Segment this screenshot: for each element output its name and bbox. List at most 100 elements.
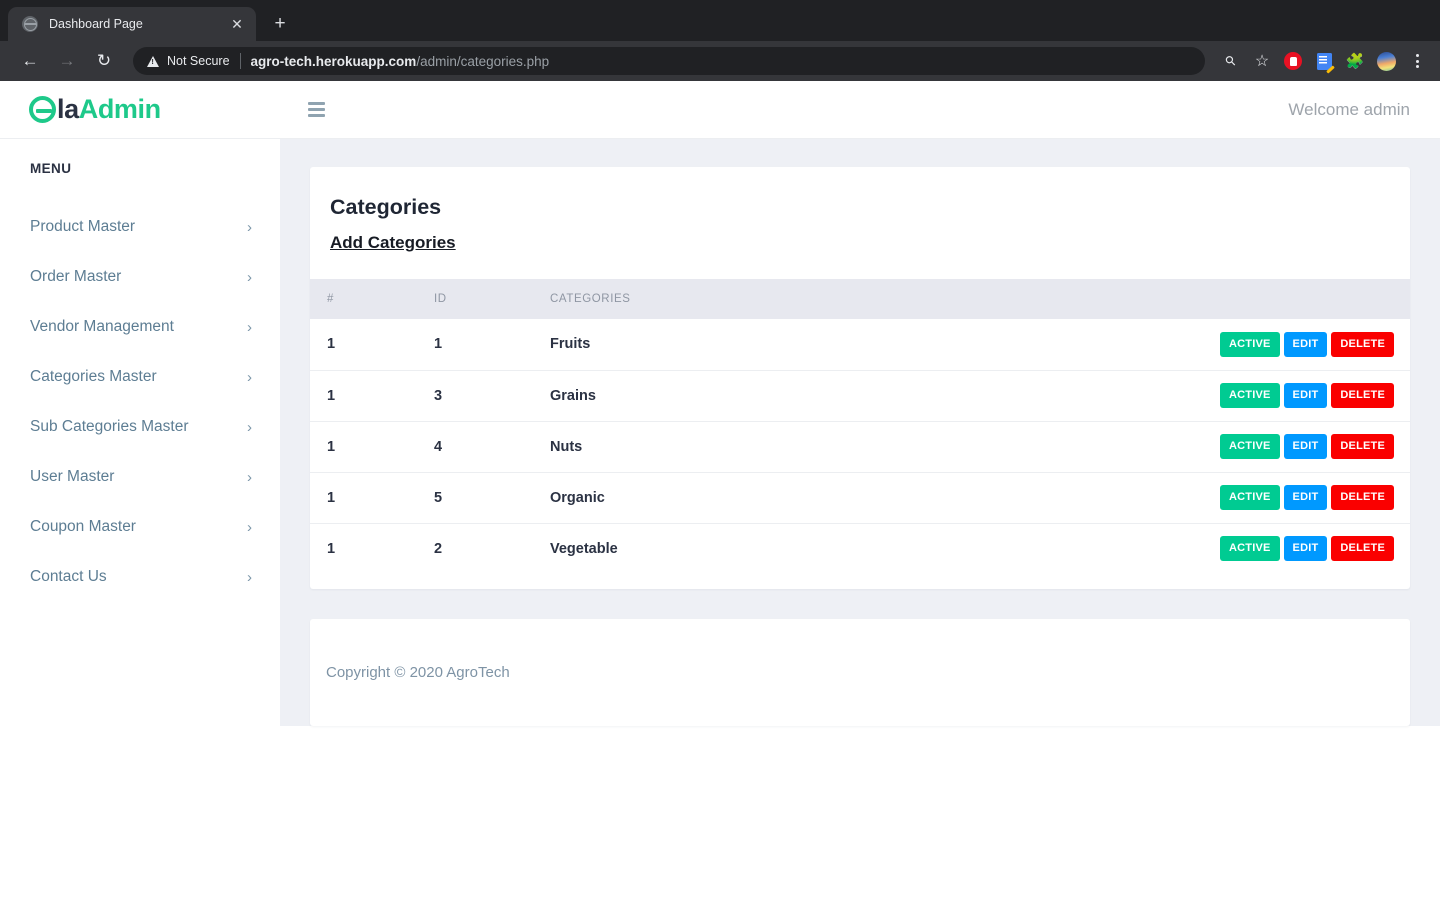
sidebar-item-vendor-management[interactable]: Vendor Management ›: [0, 302, 280, 352]
column-header-id: ID: [434, 279, 550, 319]
active-button[interactable]: ACTIVE: [1220, 331, 1280, 357]
active-button[interactable]: ACTIVE: [1220, 434, 1280, 459]
active-button[interactable]: ACTIVE: [1220, 485, 1280, 510]
column-header-number: #: [310, 279, 434, 319]
sidebar-item-contact-us[interactable]: Contact Us ›: [0, 552, 280, 602]
sidebar-item-categories-master[interactable]: Categories Master ›: [0, 352, 280, 402]
delete-button[interactable]: DELETE: [1331, 383, 1394, 408]
table-header-row: # ID CATEGORIES: [310, 279, 1410, 319]
cell-number: 1: [327, 540, 336, 557]
tab-title: Dashboard Page: [49, 17, 143, 31]
back-icon[interactable]: ←: [16, 47, 44, 75]
password-key-icon[interactable]: ⚲: [1218, 48, 1244, 74]
cell-id: 3: [434, 370, 550, 422]
chevron-right-icon: ›: [247, 468, 252, 486]
brand-name-accent: Admin: [78, 94, 161, 124]
browser-tab[interactable]: Dashboard Page ✕: [8, 7, 256, 41]
categories-table: # ID CATEGORIES 1 1 Fruits ACTIVE EDIT D…: [310, 279, 1410, 574]
cell-number: 1: [310, 421, 434, 473]
cell-id: 5: [434, 472, 550, 524]
cell-id: 2: [434, 540, 443, 557]
cell-actions: ACTIVE EDIT DELETE: [1210, 421, 1410, 473]
ela-logo-icon: [29, 96, 56, 123]
security-status: Not Secure: [167, 54, 230, 68]
chevron-right-icon: ›: [247, 568, 252, 586]
sidebar-item-user-master[interactable]: User Master ›: [0, 452, 280, 502]
cell-category: Nuts: [550, 421, 1210, 473]
delete-button[interactable]: DELETE: [1331, 536, 1394, 562]
chevron-right-icon: ›: [247, 318, 252, 336]
categories-card: Categories Add Categories # ID CATEGORIE…: [310, 167, 1410, 589]
table-head: # ID CATEGORIES: [310, 279, 1410, 319]
adblock-icon[interactable]: [1280, 48, 1306, 74]
application-window: la Admin Welcome admin MENU Product Mast…: [0, 81, 1440, 900]
cell-actions: ACTIVE EDIT DELETE: [1210, 370, 1410, 422]
footer: Copyright © 2020 AgroTech: [310, 619, 1410, 726]
edit-button[interactable]: EDIT: [1283, 536, 1328, 562]
active-button[interactable]: ACTIVE: [1220, 383, 1280, 408]
forward-icon[interactable]: →: [53, 47, 81, 75]
page-title: Categories: [330, 195, 442, 219]
edit-button[interactable]: EDIT: [1283, 434, 1328, 459]
cell-number: 1: [310, 472, 434, 524]
brand-logo[interactable]: la Admin: [0, 94, 280, 125]
new-tab-button[interactable]: +: [266, 10, 294, 38]
sidebar-item-label: Vendor Management: [30, 318, 174, 335]
chevron-right-icon: ›: [247, 418, 252, 436]
chrome-menu-icon[interactable]: [1404, 48, 1430, 74]
chevron-right-icon: ›: [247, 368, 252, 386]
sidebar-item-label: Contact Us: [30, 568, 107, 585]
table-row: 1 3 Grains ACTIVE EDIT DELETE: [310, 370, 1410, 422]
cell-actions: ACTIVE EDIT DELETE: [1210, 472, 1410, 524]
browser-toolbar: ← → ↻ Not Secure agro-tech.herokuapp.com…: [0, 41, 1440, 81]
table-body: 1 1 Fruits ACTIVE EDIT DELETE 1 3 Grains…: [310, 319, 1410, 574]
add-categories-link[interactable]: Add Categories: [330, 233, 456, 253]
brand-name-dark: la: [57, 94, 79, 124]
sidebar-item-product-master[interactable]: Product Master ›: [0, 202, 280, 252]
table-row: 1 5 Organic ACTIVE EDIT DELETE: [310, 472, 1410, 524]
warning-icon: [147, 55, 159, 67]
address-bar[interactable]: Not Secure agro-tech.herokuapp.com/admin…: [133, 47, 1205, 75]
bookmark-star-icon[interactable]: ☆: [1249, 48, 1275, 74]
welcome-text: Welcome admin: [1288, 99, 1410, 119]
extensions-puzzle-icon[interactable]: 🧩: [1342, 48, 1368, 74]
document-edit-icon[interactable]: [1311, 48, 1337, 74]
table-container: # ID CATEGORIES 1 1 Fruits ACTIVE EDIT D…: [310, 279, 1410, 589]
url-path: /admin/categories.php: [416, 53, 550, 69]
edit-button[interactable]: EDIT: [1283, 485, 1328, 510]
cell-category: Fruits: [550, 319, 1210, 371]
omnibox-divider: [239, 53, 241, 69]
edit-button[interactable]: EDIT: [1283, 331, 1328, 357]
hamburger-icon[interactable]: [304, 96, 329, 123]
reload-icon[interactable]: ↻: [90, 47, 118, 75]
cell-id: 4: [434, 421, 550, 473]
sidebar-item-sub-categories-master[interactable]: Sub Categories Master ›: [0, 402, 280, 452]
copyright-text: Copyright © 2020 AgroTech: [326, 664, 510, 681]
active-button[interactable]: ACTIVE: [1220, 536, 1280, 562]
delete-button[interactable]: DELETE: [1331, 434, 1394, 459]
cell-category: Organic: [550, 472, 1210, 524]
cell-actions: ACTIVE EDIT DELETE: [1210, 523, 1410, 574]
edit-button[interactable]: EDIT: [1283, 383, 1328, 408]
cell-id: 1: [434, 319, 550, 371]
close-icon[interactable]: ✕: [228, 15, 246, 33]
table-row: 1 4 Nuts ACTIVE EDIT DELETE: [310, 421, 1410, 473]
browser-chrome: Dashboard Page ✕ + ← → ↻ Not Secure agro…: [0, 0, 1440, 81]
column-header-actions: [1210, 279, 1410, 319]
url-host: agro-tech.herokuapp.com: [250, 53, 417, 69]
sidebar-item-label: Order Master: [30, 268, 122, 285]
sidebar-item-order-master[interactable]: Order Master ›: [0, 252, 280, 302]
sidebar-item-label: User Master: [30, 468, 115, 485]
cell-number: 1: [310, 319, 434, 371]
sidebar-item-coupon-master[interactable]: Coupon Master ›: [0, 502, 280, 552]
delete-button[interactable]: DELETE: [1331, 485, 1394, 510]
cell-actions: ACTIVE EDIT DELETE: [1210, 319, 1410, 371]
app-header: la Admin Welcome admin: [0, 81, 1440, 139]
card-header: Categories Add Categories: [310, 167, 1410, 279]
sidebar-heading: MENU: [30, 161, 72, 176]
globe-icon: [22, 16, 38, 32]
profile-avatar-icon[interactable]: [1373, 48, 1399, 74]
delete-button[interactable]: DELETE: [1331, 331, 1394, 357]
cell-number: 1: [310, 370, 434, 422]
chevron-right-icon: ›: [247, 518, 252, 536]
